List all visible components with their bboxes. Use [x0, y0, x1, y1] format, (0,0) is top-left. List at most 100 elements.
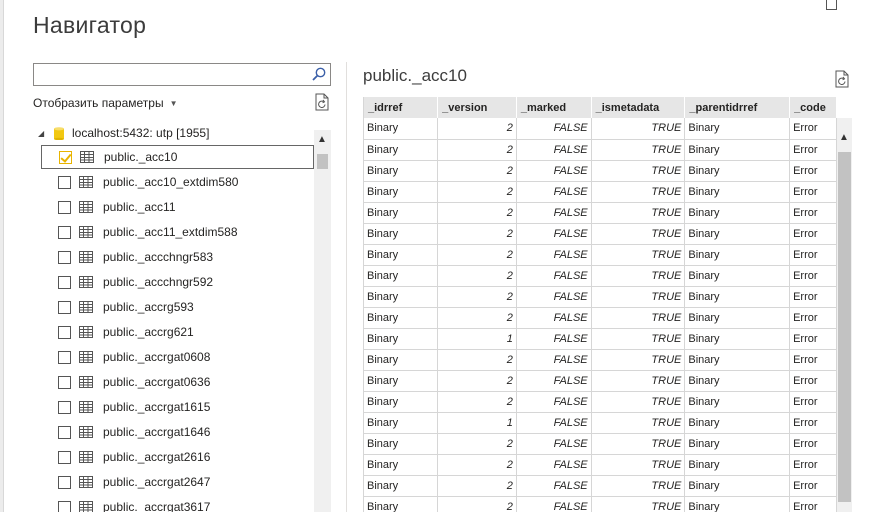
tree-item[interactable]: public._accrg593 — [41, 295, 314, 319]
tree-item[interactable]: public._acc11 — [41, 195, 314, 219]
column-header[interactable]: _code — [789, 97, 837, 118]
preview-grid: _idrref _version _marked _ismetadata _parent… — [363, 97, 837, 512]
checkbox[interactable] — [58, 475, 71, 489]
tree-item[interactable]: public._accrg621 — [41, 320, 314, 344]
checkbox[interactable] — [58, 175, 71, 189]
table-cell: Binary — [684, 118, 791, 140]
checkbox[interactable] — [58, 225, 71, 239]
table-cell: FALSE — [516, 475, 592, 497]
search-input[interactable] — [38, 66, 308, 83]
table-icon — [79, 251, 93, 263]
table-row: Binary 2 FALSE TRUE Binary Error — [364, 223, 837, 245]
checkbox[interactable] — [58, 425, 71, 439]
tree-item-label: public._accrgat1646 — [103, 425, 211, 439]
table-cell: Binary — [684, 307, 791, 329]
scroll-up-icon[interactable]: ▲ — [839, 132, 849, 143]
table-cell: 2 — [437, 349, 517, 371]
table-cell: TRUE — [591, 265, 686, 287]
table-cell: Binary — [684, 475, 791, 497]
display-options-button[interactable]: Отобразить параметры ▼ — [33, 96, 178, 110]
table-cell: FALSE — [516, 433, 592, 455]
table-cell: Error — [789, 139, 837, 161]
column-header[interactable]: _version — [437, 97, 517, 118]
tree-item[interactable]: public._acc10 — [41, 145, 314, 169]
tree-item[interactable]: public._accchngr583 — [41, 245, 314, 269]
table-cell: FALSE — [516, 244, 592, 266]
tree-scrollbar[interactable]: ▲ — [314, 130, 331, 512]
table-cell: Binary — [684, 160, 791, 182]
table-cell: Error — [789, 496, 837, 512]
column-header[interactable]: _parentidrref — [684, 97, 791, 118]
tree-item[interactable]: public._accrgat1615 — [41, 395, 314, 419]
table-cell: TRUE — [591, 118, 686, 140]
table-icon — [79, 426, 93, 438]
table-cell: 2 — [437, 118, 517, 140]
table-cell: Error — [789, 181, 837, 203]
table-cell: Binary — [364, 349, 439, 371]
table-cell: FALSE — [516, 370, 592, 392]
tree-item[interactable]: public._acc10_extdim580 — [41, 170, 314, 194]
tree-item[interactable]: public._accrgat3617 — [41, 495, 314, 512]
table-cell: FALSE — [516, 496, 592, 512]
display-options-label: Отобразить параметры — [33, 96, 164, 110]
table-cell: FALSE — [516, 118, 592, 140]
search-icon[interactable] — [311, 66, 327, 82]
tree-item[interactable]: public._accrgat2616 — [41, 445, 314, 469]
checkbox[interactable] — [58, 400, 71, 414]
checkbox[interactable] — [58, 325, 71, 339]
checkbox[interactable] — [58, 300, 71, 314]
grid-scroll-thumb[interactable] — [838, 152, 851, 502]
tree-item[interactable]: public._acc11_extdim588 — [41, 220, 314, 244]
table-cell: 2 — [437, 139, 517, 161]
table-icon — [79, 351, 93, 363]
checkbox[interactable] — [58, 250, 71, 264]
table-row: Binary 2 FALSE TRUE Binary Error — [364, 496, 837, 512]
table-icon — [80, 151, 94, 163]
table-cell: TRUE — [591, 391, 686, 413]
checkbox[interactable] — [58, 200, 71, 214]
checkbox[interactable] — [58, 450, 71, 464]
checkbox[interactable] — [58, 275, 71, 289]
table-icon — [79, 326, 93, 338]
table-row: Binary 2 FALSE TRUE Binary Error — [364, 139, 837, 161]
checkbox[interactable] — [58, 350, 71, 364]
tree-item[interactable]: public._accchngr592 — [41, 270, 314, 294]
table-cell: Binary — [364, 391, 439, 413]
column-header[interactable]: _ismetadata — [591, 97, 686, 118]
table-cell: Binary — [364, 328, 439, 350]
caret-down-icon: ▼ — [169, 99, 178, 108]
expand-triangle-icon[interactable]: ◢ — [38, 129, 48, 138]
table-icon — [79, 501, 93, 512]
tree-item[interactable]: public._accrgat1646 — [41, 420, 314, 444]
checkbox[interactable] — [59, 150, 72, 164]
tree-item[interactable]: public._accrgat0636 — [41, 370, 314, 394]
table-cell: FALSE — [516, 328, 592, 350]
refresh-icon[interactable] — [834, 70, 850, 88]
tree-scroll-thumb[interactable] — [317, 154, 328, 169]
refresh-icon[interactable] — [314, 93, 330, 111]
checkbox[interactable] — [58, 375, 71, 389]
table-cell: TRUE — [591, 454, 686, 476]
scroll-up-icon[interactable]: ▲ — [317, 134, 327, 145]
table-cell: Error — [789, 223, 837, 245]
table-icon — [79, 451, 93, 463]
tree-root-node[interactable]: ◢ localhost:5432: utp [1955] — [33, 124, 209, 142]
tree-item[interactable]: public._accrgat2647 — [41, 470, 314, 494]
maximize-icon[interactable] — [826, 0, 837, 10]
table-row: Binary 2 FALSE TRUE Binary Error — [364, 202, 837, 224]
table-row: Binary 2 FALSE TRUE Binary Error — [364, 391, 837, 413]
search-box[interactable] — [33, 63, 331, 86]
table-cell: Binary — [684, 391, 791, 413]
tree-item-label: public._accrgat0636 — [103, 375, 211, 389]
table-cell: 2 — [437, 433, 517, 455]
table-cell: FALSE — [516, 181, 592, 203]
column-header[interactable]: _idrref — [364, 97, 439, 118]
table-cell: 2 — [437, 202, 517, 224]
table-cell: FALSE — [516, 160, 592, 182]
table-cell: Error — [789, 286, 837, 308]
checkbox[interactable] — [58, 500, 71, 512]
tree-item[interactable]: public._accrgat0608 — [41, 345, 314, 369]
table-cell: Error — [789, 349, 837, 371]
grid-scrollbar[interactable]: ▲ — [837, 118, 852, 512]
column-header[interactable]: _marked — [516, 97, 592, 118]
